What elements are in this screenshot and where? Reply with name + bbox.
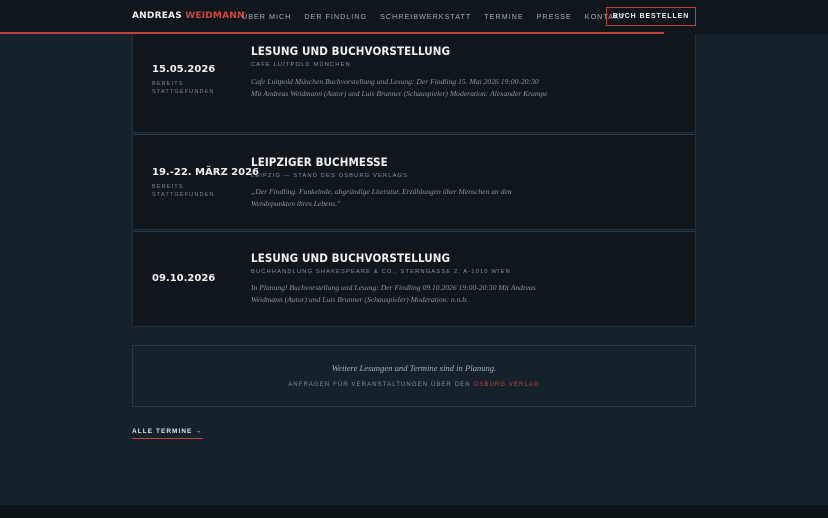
event-venue: CAFE LUITPOLD MÜNCHEN — [251, 62, 351, 68]
footer-bar — [0, 505, 828, 518]
event-description: „Der Findling. Funkelnde, abgründige Lit… — [251, 187, 512, 209]
publisher-link[interactable]: OSBURG VERLAG — [473, 382, 539, 388]
event-date: 09.10.2026 — [152, 273, 216, 284]
event-title: LEIPZIGER BUCHMESSE — [251, 155, 388, 169]
nav-item-ueber-mich[interactable]: ÜBER MICH — [242, 12, 291, 21]
nav-item-schreibwerkstatt[interactable]: SCHREIBWERKSTATT — [380, 12, 471, 21]
nav-item-termine[interactable]: TERMINE — [484, 12, 523, 21]
site-logo[interactable]: ANDREAS WEIDMANN — [132, 11, 245, 21]
events-list: 15.05.2026 BEREITS STATTGEFUNDEN LESUNG … — [132, 34, 696, 327]
inquiry-prefix: ANFRAGEN FÜR VERANSTALTUNGEN ÜBER DEN — [288, 382, 474, 388]
event-card: 19.-22. MÄRZ 2026 BEREITS STATTGEFUNDEN … — [132, 134, 696, 230]
more-events-box: Weitere Lesungen und Termine sind in Pla… — [132, 345, 696, 407]
logo-last-name: WEIDMANN — [185, 11, 245, 21]
event-card: 09.10.2026 LESUNG UND BUCHVORSTELLUNG BU… — [132, 231, 696, 327]
event-date: 15.05.2026 — [152, 64, 216, 75]
order-book-button[interactable]: BUCH BESTELLEN — [606, 7, 696, 26]
site-header: ANDREAS WEIDMANN ÜBER MICH DER FINDLING … — [0, 0, 828, 34]
more-events-inquiry: ANFRAGEN FÜR VERANSTALTUNGEN ÜBER DEN OS… — [133, 382, 695, 388]
event-title: LESUNG UND BUCHVORSTELLUNG — [251, 251, 451, 265]
event-title: LESUNG UND BUCHVORSTELLUNG — [251, 44, 451, 58]
event-description: Cafe Luitpold München Buchvorstellung un… — [251, 77, 548, 99]
event-description: In Planung! Buchvorstellung und Lesung: … — [251, 283, 536, 305]
logo-first-name: ANDREAS — [132, 11, 186, 21]
event-status: BEREITS STATTGEFUNDEN — [152, 81, 215, 95]
event-date: 19.-22. MÄRZ 2026 — [152, 167, 260, 178]
event-venue: BUCHHANDLUNG SHAKESPEARE & CO., STERNGAS… — [251, 269, 511, 275]
more-events-text: Weitere Lesungen und Termine sind in Pla… — [331, 363, 497, 373]
event-card: 15.05.2026 BEREITS STATTGEFUNDEN LESUNG … — [132, 34, 696, 133]
all-dates-link[interactable]: ALLE TERMINE → — [132, 428, 203, 439]
main-nav: ÜBER MICH DER FINDLING SCHREIBWERKSTATT … — [242, 12, 625, 21]
event-venue: LEIPZIG — STAND DES OSBURG VERLAGS — [251, 173, 409, 179]
nav-item-presse[interactable]: PRESSE — [537, 12, 572, 21]
event-status: BEREITS STATTGEFUNDEN — [152, 184, 215, 198]
nav-item-der-findling[interactable]: DER FINDLING — [304, 12, 367, 21]
